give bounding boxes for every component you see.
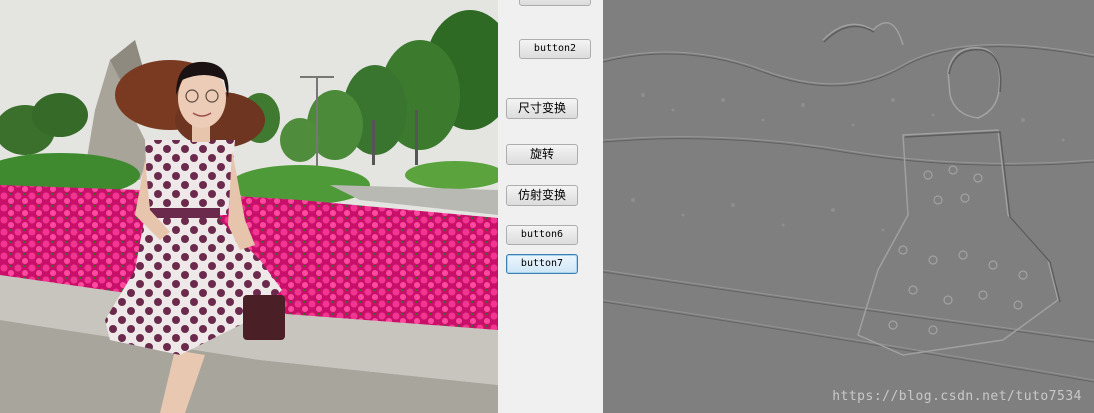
resize-button[interactable]: 尺寸变换 [506,98,578,119]
watermark-text: https://blog.csdn.net/tuto7534 [832,389,1082,404]
button-panel: button2 尺寸变换 旋转 仿射变换 button6 button7 [498,0,603,413]
affine-transform-button[interactable]: 仿射变换 [506,185,578,206]
original-image [0,0,498,413]
button6[interactable]: button6 [506,225,578,245]
embossed-image: https://blog.csdn.net/tuto7534 [603,0,1094,413]
button2[interactable]: button2 [519,39,591,59]
button7[interactable]: button7 [506,254,578,274]
button1[interactable] [519,0,591,6]
rotate-button[interactable]: 旋转 [506,144,578,165]
